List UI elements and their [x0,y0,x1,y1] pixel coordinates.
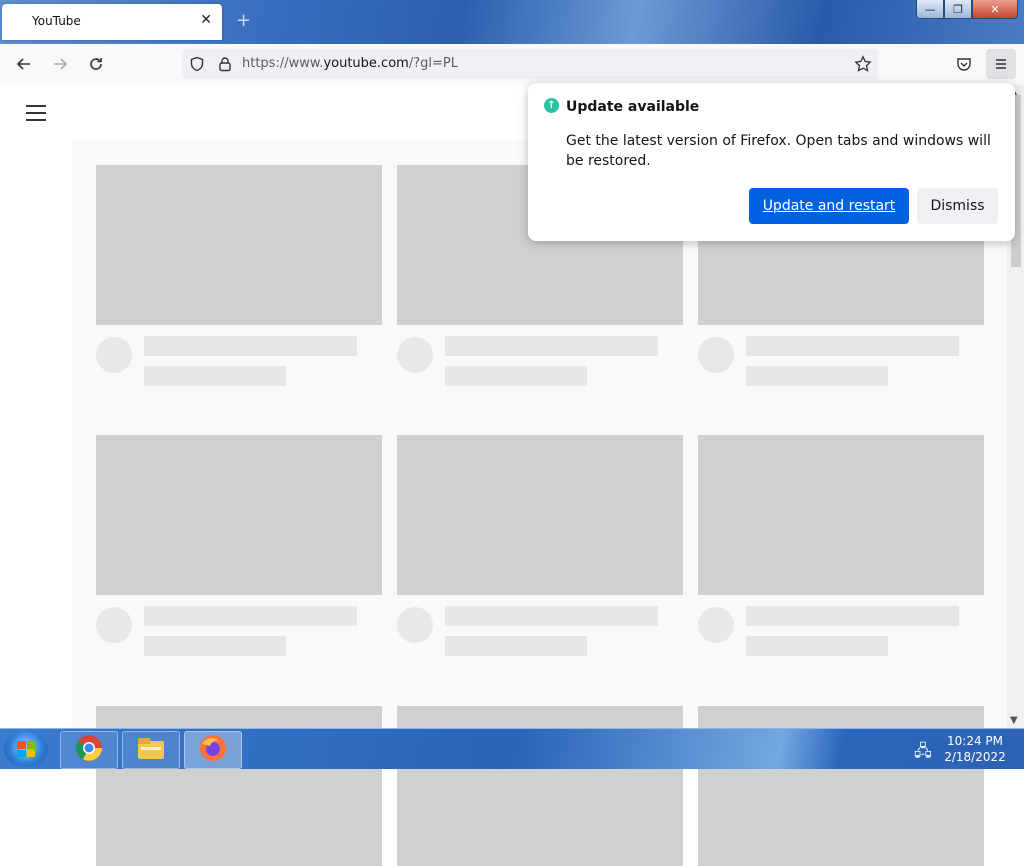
app-menu-button[interactable] [986,49,1016,79]
new-tab-icon[interactable]: + [236,10,251,31]
taskbar-chrome[interactable] [60,731,118,769]
window-controls: — ❐ ✕ [916,0,1018,19]
bookmark-star-icon[interactable] [852,53,874,75]
hamburger-menu-icon [990,53,1012,75]
file-explorer-icon [136,735,166,765]
video-card-placeholder [698,435,984,656]
clock-date: 2/18/2022 [944,750,1006,764]
windows-logo-icon [17,741,35,757]
navigation-toolbar: https://www.youtube.com/?gl=PL [0,44,1024,86]
start-button[interactable] [4,731,48,767]
maximize-button[interactable]: ❐ [944,0,972,19]
title-bar: YouTube ✕ + — ❐ ✕ [0,0,1024,44]
dismiss-button[interactable]: Dismiss [917,188,998,224]
close-window-button[interactable]: ✕ [972,0,1018,19]
tracking-shield-icon[interactable] [186,53,208,75]
update-arrow-icon: ↑ [544,98,559,113]
reload-icon[interactable] [85,53,107,75]
update-available-popup: ↑ Update available Get the latest versio… [528,83,1015,241]
url-host: youtube.com [323,56,409,71]
tab-youtube[interactable]: YouTube ✕ [2,4,222,40]
url-text[interactable]: https://www.youtube.com/?gl=PL [242,56,458,71]
update-and-restart-button[interactable]: Update and restart [749,188,909,224]
minimize-button[interactable]: — [916,0,944,19]
lock-icon[interactable] [214,53,236,75]
scroll-down-icon[interactable]: ▼ [1010,715,1018,726]
tab-title: YouTube [32,14,81,28]
pocket-icon[interactable] [953,53,975,75]
taskbar-file-explorer[interactable] [122,731,180,769]
forward-arrow-icon[interactable] [49,53,71,75]
firefox-icon [199,734,227,766]
clock-time: 10:24 PM [947,734,1003,748]
popup-message: Get the latest version of Firefox. Open … [566,133,991,169]
video-card-placeholder [96,165,382,386]
chrome-icon [75,734,103,766]
back-arrow-icon[interactable] [13,53,35,75]
windows-taskbar: 🖧 10:24 PM 2/18/2022 [0,728,1024,769]
url-bar[interactable]: https://www.youtube.com/?gl=PL [182,49,878,79]
network-icon[interactable]: 🖧 [914,740,932,767]
system-clock[interactable]: 10:24 PM 2/18/2022 [940,733,1010,765]
tab-close-icon[interactable]: ✕ [200,12,212,28]
video-card-placeholder [96,435,382,656]
taskbar-firefox[interactable] [184,731,242,769]
popup-title: Update available [566,99,700,115]
url-scheme: https://www. [242,56,324,71]
url-path: /?gl=PL [408,56,458,71]
youtube-guide-menu-icon[interactable] [26,105,46,126]
video-card-placeholder [397,435,683,656]
